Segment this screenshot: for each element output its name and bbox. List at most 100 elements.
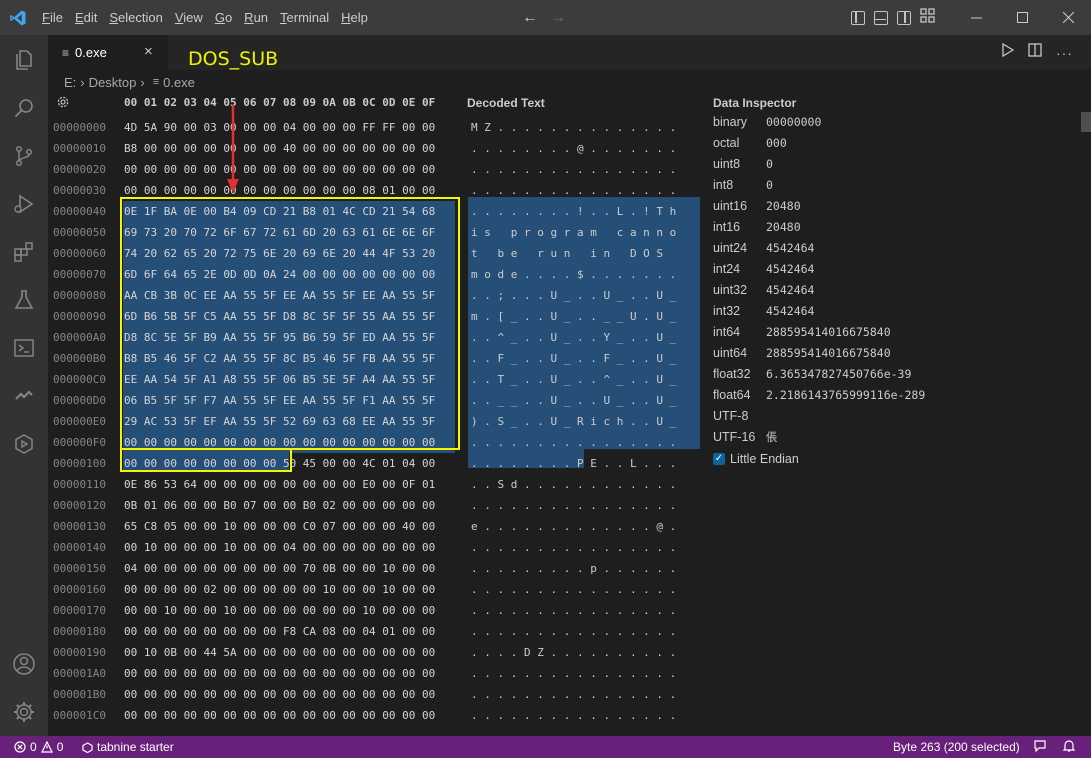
decoded-row[interactable]: t b e r u n i n D O S bbox=[471, 243, 676, 264]
decoded-row[interactable]: . . . . . . . . . . . . . . . . bbox=[471, 684, 676, 705]
run-play-icon[interactable] bbox=[1001, 42, 1015, 62]
hex-row[interactable]: 00 10 00 00 00 10 00 00 04 00 00 00 00 0… bbox=[124, 537, 435, 558]
hex-row[interactable]: B8 00 00 00 00 00 00 00 40 00 00 00 00 0… bbox=[124, 138, 435, 159]
minimize-button[interactable] bbox=[953, 0, 999, 35]
decoded-row[interactable]: . . . . . . . . . . . . . . . . bbox=[471, 495, 676, 516]
inspector-value[interactable] bbox=[760, 406, 766, 427]
little-endian-checkbox[interactable]: ✓ Little Endian bbox=[713, 448, 963, 469]
hex-row[interactable]: 65 C8 05 00 00 10 00 00 00 C0 07 00 00 0… bbox=[124, 516, 435, 537]
decoded-row[interactable]: . . . . . . . . . . . . . . . . bbox=[471, 159, 676, 180]
menu-run[interactable]: Run bbox=[238, 0, 274, 35]
decoded-text-column[interactable]: M Z . . . . . . . . . . . . . .. . . . .… bbox=[471, 117, 676, 726]
menu-selection[interactable]: Selection bbox=[103, 0, 168, 35]
decoded-row[interactable]: . . ; . . . U _ . . U _ . . U _ bbox=[471, 285, 676, 306]
hex-row[interactable]: 00 00 00 00 00 00 00 00 F8 CA 08 00 04 0… bbox=[124, 621, 435, 642]
decoded-row[interactable]: . . . . . . . . . . . . . . . . bbox=[471, 180, 676, 201]
decoded-row[interactable]: . . . . . . . . @ . . . . . . . bbox=[471, 138, 676, 159]
selection-status[interactable]: Byte 263 (200 selected) bbox=[893, 736, 1020, 758]
checkbox-check-icon[interactable]: ✓ bbox=[713, 452, 725, 465]
account-icon[interactable] bbox=[0, 640, 48, 688]
decoded-row[interactable]: . . _ _ . . U _ . . U _ . . U _ bbox=[471, 390, 676, 411]
vertical-scrollbar-thumb[interactable] bbox=[1081, 112, 1091, 132]
decoded-row[interactable]: . . . . . . . . . . . . . . . . bbox=[471, 432, 676, 453]
decoded-row[interactable]: . . . . . . . . . . . . . . . . bbox=[471, 537, 676, 558]
source-control-icon[interactable] bbox=[0, 132, 48, 180]
hex-row[interactable]: 0B 01 06 00 00 B0 07 00 00 B0 02 00 00 0… bbox=[124, 495, 435, 516]
notifications-bell-icon[interactable] bbox=[1062, 739, 1076, 756]
decoded-row[interactable]: M Z . . . . . . . . . . . . . . bbox=[471, 117, 676, 138]
decoded-row[interactable]: ) . S _ . . U _ R i c h . . U _ bbox=[471, 411, 676, 432]
menu-go[interactable]: Go bbox=[209, 0, 238, 35]
inspector-value[interactable]: 20480 bbox=[760, 217, 801, 238]
toggle-secondary-sidebar-icon[interactable] bbox=[897, 10, 911, 25]
explorer-icon[interactable] bbox=[0, 36, 48, 84]
inspector-value[interactable]: 288595414016675840 bbox=[760, 343, 891, 364]
more-actions-icon[interactable]: ··· bbox=[1056, 45, 1073, 61]
decoded-row[interactable]: . . . . . . . . . . . . . . . . bbox=[471, 705, 676, 726]
inspector-value[interactable]: 0 bbox=[760, 154, 773, 175]
maximize-button[interactable] bbox=[999, 0, 1045, 35]
inspector-value[interactable]: 4542464 bbox=[760, 301, 814, 322]
terminal-icon[interactable] bbox=[0, 324, 48, 372]
menu-view[interactable]: View bbox=[169, 0, 209, 35]
hex-row[interactable]: 00 00 00 00 00 00 00 00 00 00 00 00 00 0… bbox=[124, 705, 435, 726]
inspector-value[interactable]: 288595414016675840 bbox=[760, 322, 891, 343]
hex-row[interactable]: 04 00 00 00 00 00 00 00 00 70 0B 00 00 1… bbox=[124, 558, 435, 579]
tabnine-icon[interactable] bbox=[0, 372, 48, 420]
hex-row[interactable]: 00 00 00 00 00 00 00 00 00 00 00 00 00 0… bbox=[124, 159, 435, 180]
decoded-row[interactable]: . . S d . . . . . . . . . . . . bbox=[471, 474, 676, 495]
search-icon[interactable] bbox=[0, 84, 48, 132]
breadcrumb-file[interactable]: 0.exe bbox=[163, 75, 195, 90]
menu-edit[interactable]: Edit bbox=[69, 0, 103, 35]
manage-gear-icon[interactable] bbox=[0, 688, 48, 736]
testing-flask-icon[interactable] bbox=[0, 276, 48, 324]
hex-row[interactable]: 00 10 0B 00 44 5A 00 00 00 00 00 00 00 0… bbox=[124, 642, 435, 663]
close-window-button[interactable] bbox=[1045, 0, 1091, 35]
hex-row[interactable]: 00 00 10 00 00 10 00 00 00 00 00 00 10 0… bbox=[124, 600, 435, 621]
remote-hexagon-icon[interactable] bbox=[0, 420, 48, 468]
hex-row[interactable]: 00 00 00 00 00 00 00 00 00 00 00 00 00 0… bbox=[124, 684, 435, 705]
decoded-row[interactable]: . . . . . . . . . p . . . . . . bbox=[471, 558, 676, 579]
decoded-row[interactable]: . . . . . . . . . . . . . . . . bbox=[471, 579, 676, 600]
inspector-value[interactable]: 20480 bbox=[760, 196, 801, 217]
split-editor-icon[interactable] bbox=[1028, 43, 1042, 62]
decoded-row[interactable]: . . . . . . . . . . . . . . . . bbox=[471, 663, 676, 684]
inspector-value[interactable]: 4542464 bbox=[760, 238, 814, 259]
back-arrow-icon[interactable]: ← bbox=[522, 9, 538, 27]
decoded-row[interactable]: . . . . . . . . ! . . L . ! T h bbox=[471, 201, 676, 222]
customize-layout-icon[interactable] bbox=[920, 7, 935, 28]
breadcrumb-folder[interactable]: Desktop bbox=[89, 75, 137, 90]
inspector-value[interactable]: 4542464 bbox=[760, 259, 814, 280]
inspector-value[interactable]: 6.365347827450766e-39 bbox=[760, 364, 911, 385]
inspector-value[interactable]: 4542464 bbox=[760, 280, 814, 301]
decoded-row[interactable]: . . ^ _ . . U _ . . Y _ . . U _ bbox=[471, 327, 676, 348]
decoded-row[interactable]: . . F _ . . U _ . . F _ . . U _ bbox=[471, 348, 676, 369]
inspector-value[interactable]: 00000000 bbox=[760, 112, 821, 133]
hex-row[interactable]: 00 00 00 00 00 00 00 00 00 00 00 00 00 0… bbox=[124, 663, 435, 684]
decoded-row[interactable]: . . . . . . . . P E . . L . . . bbox=[471, 453, 676, 474]
menu-file[interactable]: File bbox=[36, 0, 69, 35]
decoded-row[interactable]: . . T _ . . U _ . . ^ _ . . U _ bbox=[471, 369, 676, 390]
decoded-row[interactable]: m . [ _ . . U _ . . _ _ U . U _ bbox=[471, 306, 676, 327]
toggle-panel-icon[interactable] bbox=[874, 10, 888, 25]
tabnine-status[interactable]: tabnine starter bbox=[82, 736, 174, 758]
decoded-row[interactable]: . . . . . . . . . . . . . . . . bbox=[471, 600, 676, 621]
decoded-row[interactable]: . . . . D Z . . . . . . . . . . bbox=[471, 642, 676, 663]
close-tab-icon[interactable]: × bbox=[144, 43, 153, 60]
breadcrumb-drive[interactable]: E: bbox=[64, 75, 76, 90]
decoded-row[interactable]: . . . . . . . . . . . . . . . . bbox=[471, 621, 676, 642]
hex-row[interactable]: 0E 86 53 64 00 00 00 00 00 00 00 00 E0 0… bbox=[124, 474, 435, 495]
menu-help[interactable]: Help bbox=[335, 0, 374, 35]
decoded-row[interactable]: e . . . . . . . . . . . . . @ . bbox=[471, 516, 676, 537]
run-debug-icon[interactable] bbox=[0, 180, 48, 228]
inspector-value[interactable]: 0 bbox=[760, 175, 773, 196]
forward-arrow-icon[interactable]: → bbox=[550, 9, 566, 27]
menu-terminal[interactable]: Terminal bbox=[274, 0, 335, 35]
hex-settings-gear-icon[interactable] bbox=[56, 95, 70, 114]
extensions-icon[interactable] bbox=[0, 228, 48, 276]
decoded-row[interactable]: m o d e . . . . $ . . . . . . . bbox=[471, 264, 676, 285]
hex-row[interactable]: 00 00 00 00 02 00 00 00 00 00 10 00 00 1… bbox=[124, 579, 435, 600]
inspector-value[interactable]: 倀 bbox=[760, 427, 778, 448]
toggle-primary-sidebar-icon[interactable] bbox=[851, 10, 865, 25]
hex-row[interactable]: 4D 5A 90 00 03 00 00 00 04 00 00 00 FF F… bbox=[124, 117, 435, 138]
